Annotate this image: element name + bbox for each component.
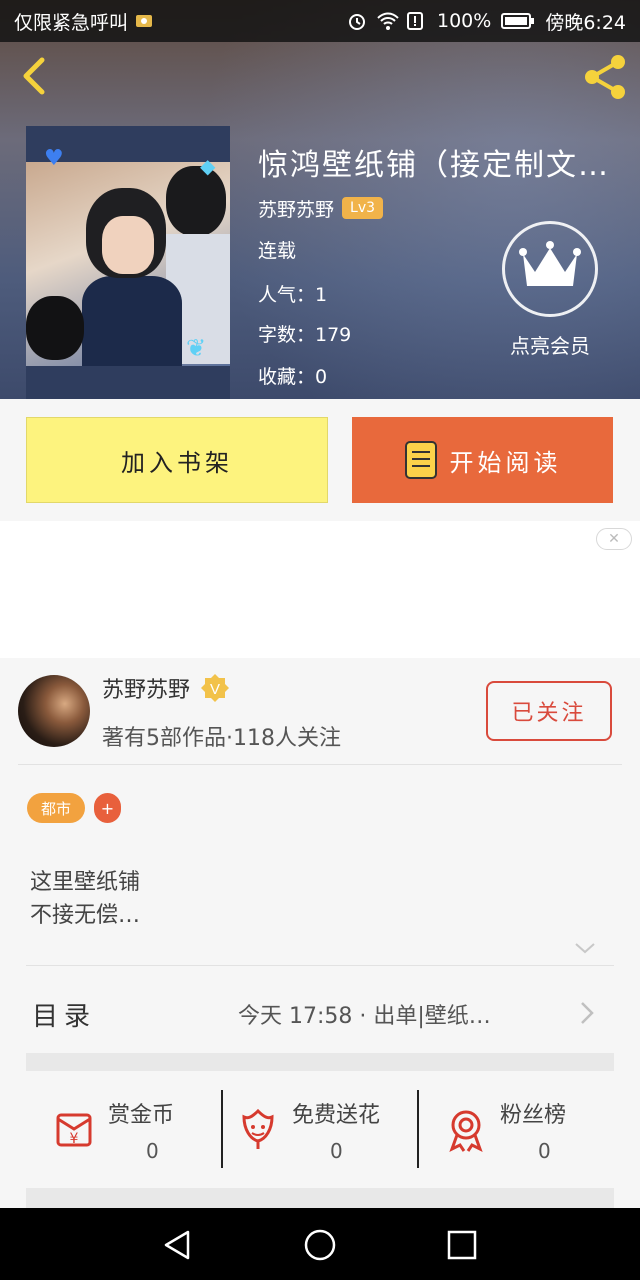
latest-chapter: 今天 17:58 · 出单|壁纸… [238, 1004, 491, 1029]
vip-crown-button[interactable] [502, 221, 598, 317]
battery-icon [501, 11, 535, 31]
level-badge: Lv3 [342, 197, 384, 219]
author-stats: 著有5部作品·118人关注 [102, 726, 341, 751]
send-flower-stat[interactable]: 免费送花 0 [234, 1091, 414, 1171]
toc-row[interactable]: 目录 今天 17:58 · 出单|壁纸… [0, 966, 640, 1056]
follow-button[interactable]: 已关注 [486, 681, 612, 741]
signal-alert-icon [407, 11, 427, 31]
nav-recents-icon[interactable] [445, 1228, 479, 1262]
book-icon [404, 441, 437, 479]
share-button[interactable] [580, 52, 630, 102]
ribbon-medal-icon [442, 1105, 490, 1153]
svg-text:¥: ¥ [70, 1131, 79, 1147]
battery-percent: 100% [437, 10, 492, 32]
vip-label[interactable]: 点亮会员 [500, 330, 600, 359]
book-description[interactable]: 这里壁纸铺 不接无偿… [30, 866, 140, 932]
stat-label: 赏金币 [108, 1103, 175, 1128]
action-buttons: 加入书架 开始阅读 [0, 399, 640, 521]
nav-home-icon[interactable] [303, 1228, 337, 1262]
system-nav-bar [0, 1208, 640, 1280]
stat-label: 粉丝榜 [500, 1103, 567, 1128]
favorites-text: 收藏：0 [258, 366, 328, 388]
heart-sticker-icon: ♥ [44, 146, 64, 171]
reward-coin-icon: ¥ [50, 1105, 98, 1153]
add-tag-button[interactable]: + [94, 793, 121, 823]
book-author[interactable]: 苏野苏野 [258, 195, 334, 222]
popularity-text: 人气：1 [258, 284, 328, 306]
butterfly-sticker-icon: ◆ [200, 154, 216, 178]
start-reading-button[interactable]: 开始阅读 [352, 417, 613, 503]
book-title: 惊鸿壁纸铺（接定制文… [258, 148, 610, 183]
toc-label: 目录 [32, 1002, 97, 1032]
back-button[interactable] [14, 54, 54, 98]
wifi-icon [377, 11, 399, 31]
description-line: 这里壁纸铺 [30, 870, 141, 895]
share-icon [585, 55, 625, 99]
nav-back-icon[interactable] [160, 1228, 194, 1262]
author-avatar[interactable] [18, 675, 90, 747]
clock-time: 傍晚6:24 [545, 11, 626, 34]
flower-icon [234, 1105, 282, 1153]
description-line: 不接无偿… [30, 903, 141, 928]
alarm-icon [347, 11, 367, 31]
author-name-row: 苏野苏野 V [102, 672, 230, 704]
expand-chevron-icon[interactable] [574, 940, 596, 956]
chevron-right-icon [578, 1000, 596, 1026]
stat-label: 免费送花 [292, 1103, 381, 1128]
divider [18, 764, 622, 765]
verified-v-icon: V [201, 674, 230, 702]
add-to-shelf-button[interactable]: 加入书架 [26, 417, 328, 503]
ad-close-button[interactable]: ✕ [596, 528, 632, 550]
notification-icon [134, 11, 154, 31]
reward-coin-stat[interactable]: ¥ 赏金币 0 [50, 1091, 230, 1171]
stat-divider [417, 1090, 419, 1168]
svg-text:V: V [210, 681, 220, 698]
carrier-text: 仅限紧急呼叫 [14, 11, 129, 34]
book-cover-image[interactable]: ♥ ◆ ❦ [26, 126, 230, 399]
status-bar: 仅限紧急呼叫 100% 傍晚6:24 [0, 0, 640, 42]
stat-divider [221, 1090, 223, 1168]
fan-rank-stat[interactable]: 粉丝榜 0 [442, 1091, 612, 1171]
stat-value: 0 [330, 1139, 343, 1163]
serial-status: 连载 [258, 240, 297, 262]
stat-value: 0 [146, 1139, 159, 1163]
stat-value: 0 [538, 1139, 551, 1163]
start-reading-label: 开始阅读 [449, 448, 562, 477]
section-separator [26, 1053, 614, 1071]
book-header: 仅限紧急呼叫 100% 傍晚6:24 ♥ ◆ ❦ 惊鸿壁纸铺（接定制文… 苏野苏… [0, 0, 640, 399]
butterfly-sticker-icon: ❦ [186, 334, 207, 362]
section-separator [26, 1188, 614, 1208]
crown-icon [519, 241, 581, 286]
ad-banner [0, 521, 640, 658]
genre-tag[interactable]: 都市 [27, 793, 85, 823]
author-name[interactable]: 苏野苏野 [102, 672, 190, 704]
word-count-text: 字数：179 [258, 324, 352, 346]
interaction-stats: ¥ 赏金币 0 免费送花 0 粉丝榜 0 [26, 1071, 614, 1188]
book-author-line: 苏野苏野 Lv3 [258, 192, 384, 224]
